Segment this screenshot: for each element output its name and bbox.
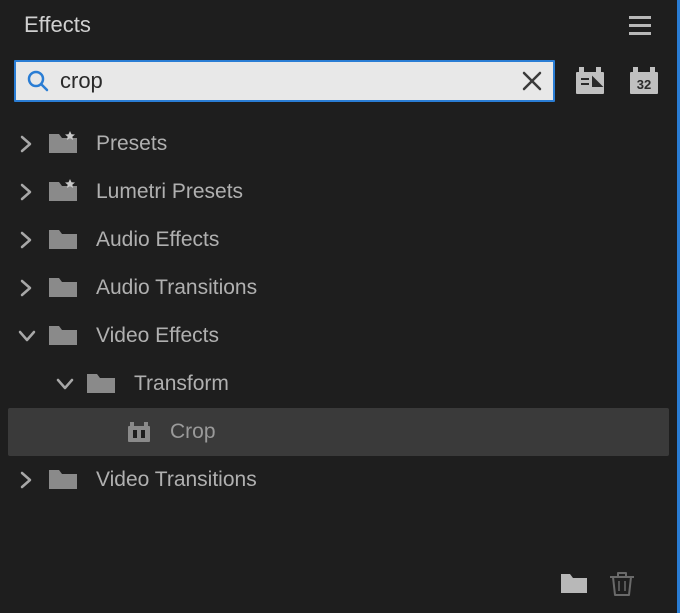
effects-tree: Presets Lumetri Presets Audio Effects Audio… xyxy=(0,116,677,557)
folder-star-icon xyxy=(48,131,78,157)
effect-item[interactable]: Crop xyxy=(8,408,669,456)
tree-item-label: Transform xyxy=(134,372,229,396)
chevron-right-icon[interactable] xyxy=(18,279,36,297)
chevron-right-icon[interactable] xyxy=(18,135,36,153)
preset-32-button[interactable]: 32 xyxy=(625,64,663,98)
tree-folder[interactable]: Video Transitions xyxy=(8,456,669,504)
tree-folder[interactable]: Audio Transitions xyxy=(8,264,669,312)
search-box[interactable] xyxy=(14,60,555,102)
tree-item-label: Audio Effects xyxy=(96,228,219,252)
tree-folder[interactable]: Transform xyxy=(8,360,669,408)
svg-text:32: 32 xyxy=(637,77,651,92)
tree-item-label: Video Effects xyxy=(96,324,219,348)
clear-search-icon[interactable] xyxy=(521,70,543,92)
folder-icon xyxy=(48,323,78,349)
tree-item-label: Crop xyxy=(170,420,216,444)
tree-folder[interactable]: Presets xyxy=(8,120,669,168)
tree-item-label: Audio Transitions xyxy=(96,276,257,300)
chevron-down-icon[interactable] xyxy=(18,327,36,345)
tree-folder[interactable]: Video Effects xyxy=(8,312,669,360)
folder-star-icon xyxy=(48,179,78,205)
tree-folder[interactable]: Audio Effects xyxy=(8,216,669,264)
folder-icon xyxy=(48,227,78,253)
chevron-right-icon[interactable] xyxy=(18,183,36,201)
tree-item-label: Presets xyxy=(96,132,167,156)
chevron-right-icon[interactable] xyxy=(18,471,36,489)
panel-menu-button[interactable] xyxy=(629,13,653,37)
tree-folder[interactable]: Lumetri Presets xyxy=(8,168,669,216)
folder-icon xyxy=(48,275,78,301)
folder-icon xyxy=(48,467,78,493)
folder-icon xyxy=(86,371,116,397)
new-bin-button[interactable] xyxy=(559,569,589,597)
tree-item-label: Video Transitions xyxy=(96,468,257,492)
chevron-right-icon[interactable] xyxy=(18,231,36,249)
panel-title: Effects xyxy=(24,12,91,38)
chevron-down-icon[interactable] xyxy=(56,375,74,393)
search-input[interactable] xyxy=(50,68,521,94)
new-preset-bin-button[interactable] xyxy=(571,64,609,98)
tree-item-label: Lumetri Presets xyxy=(96,180,243,204)
delete-button[interactable] xyxy=(607,569,637,597)
search-icon xyxy=(26,69,50,93)
effect-icon xyxy=(126,420,152,444)
